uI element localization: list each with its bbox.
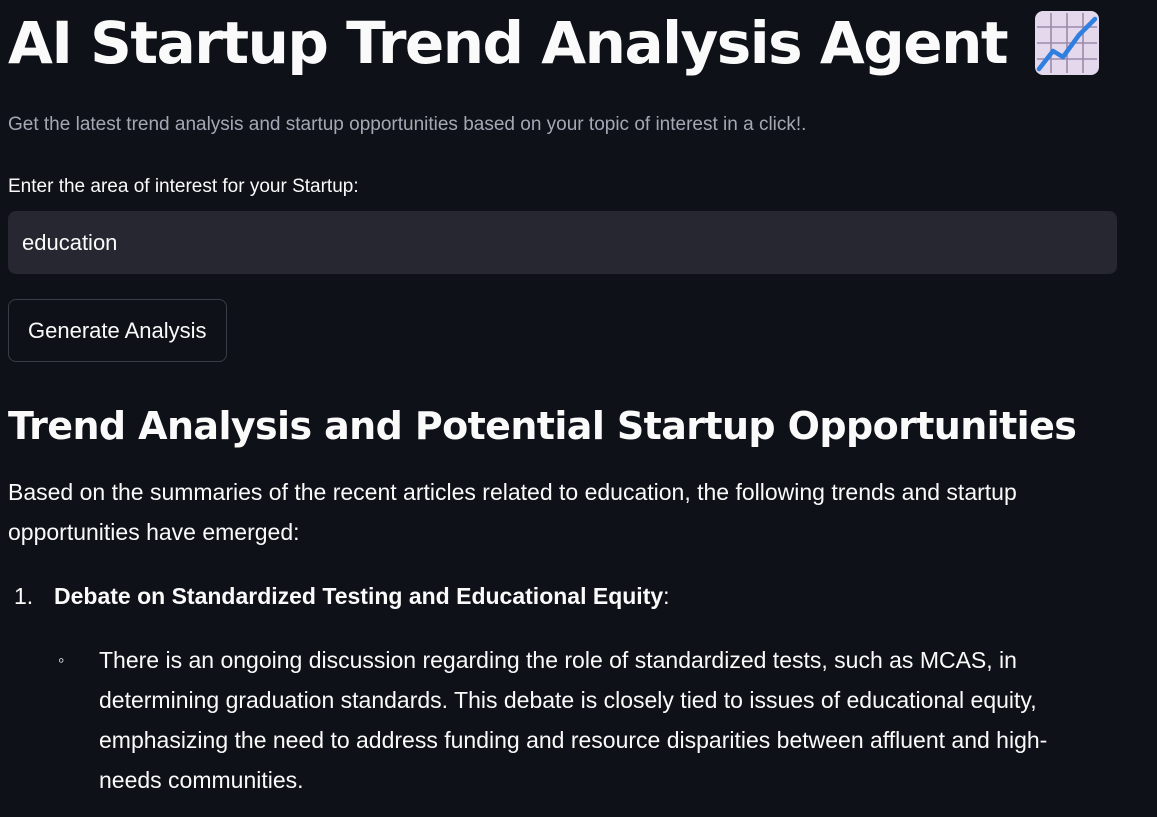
list-item-title-line: Debate on Standardized Testing and Educa… xyxy=(54,576,1118,616)
topic-input[interactable] xyxy=(8,211,1117,274)
topic-input-label: Enter the area of interest for your Star… xyxy=(8,176,359,197)
list-item-number: 1. xyxy=(14,583,34,609)
list-item: 1. Debate on Standardized Testing and Ed… xyxy=(8,576,1118,616)
list-item-title: Debate on Standardized Testing and Educa… xyxy=(54,583,664,609)
list-item-title-suffix: : xyxy=(663,583,670,609)
hollow-bullet-icon: ◦ xyxy=(58,650,65,670)
main-content: AI Startup Trend Analysis Agent Get the … xyxy=(8,0,1118,800)
app-subtitle: Get the latest trend analysis and startu… xyxy=(8,114,807,135)
chart-increasing-icon xyxy=(1035,11,1100,75)
title-row: AI Startup Trend Analysis Agent xyxy=(8,0,1118,86)
result-intro: Based on the summaries of the recent art… xyxy=(8,479,1017,545)
list-item-detail: ◦ There is an ongoing discussion regardi… xyxy=(8,640,1118,800)
list-item-detail-text: There is an ongoing discussion regarding… xyxy=(99,647,1048,793)
result-heading: Trend Analysis and Potential Startup Opp… xyxy=(8,404,1077,448)
app-title: AI Startup Trend Analysis Agent xyxy=(8,9,1009,77)
generate-analysis-button[interactable]: Generate Analysis xyxy=(8,299,227,362)
